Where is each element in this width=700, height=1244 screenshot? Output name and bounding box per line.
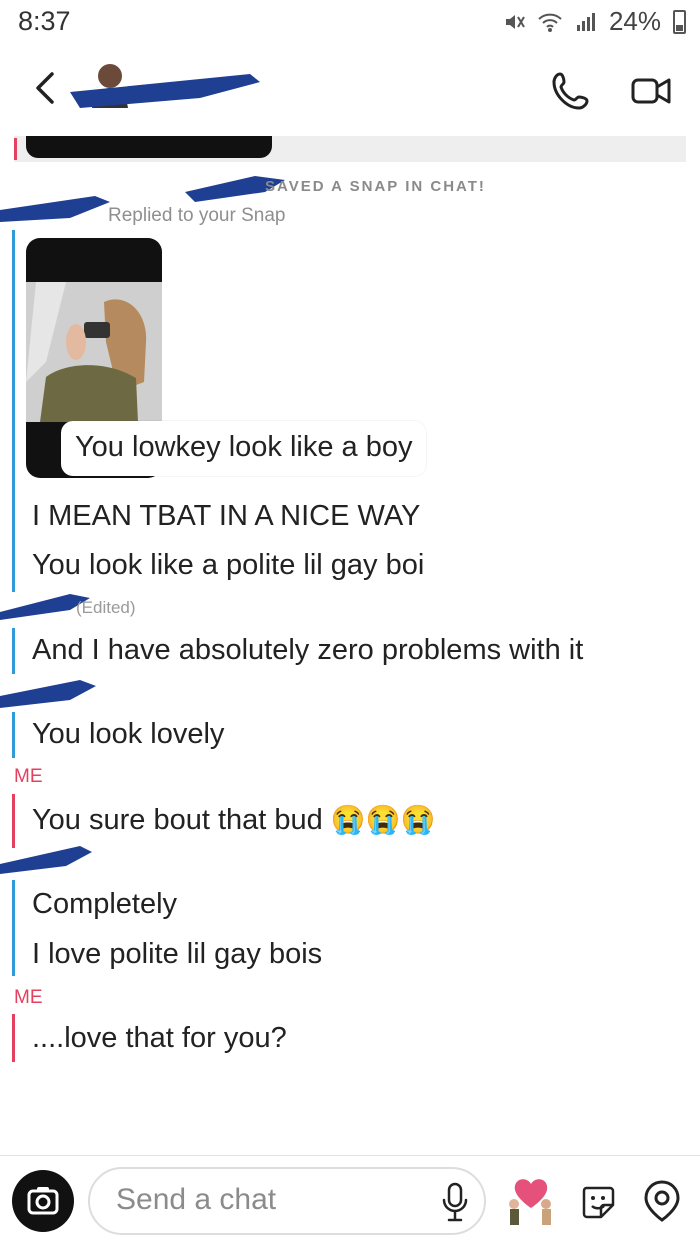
me-indicator-bar xyxy=(14,138,17,160)
snap-caption: You lowkey look like a boy xyxy=(61,421,427,476)
battery-icon xyxy=(673,9,686,34)
camera-icon xyxy=(27,1187,59,1215)
friend-indicator-bar xyxy=(12,712,15,758)
message-text: You look like a polite lil gay boi xyxy=(32,549,425,581)
signal-icon xyxy=(576,12,595,31)
me-indicator-bar xyxy=(12,794,15,848)
message-text: Completely xyxy=(32,888,178,920)
redacted-name xyxy=(70,74,260,108)
camera-button[interactable] xyxy=(12,1170,74,1232)
message-text: I love polite lil gay bois xyxy=(32,938,323,970)
redacted-name xyxy=(0,846,92,874)
message-text-content: You sure bout that bud xyxy=(32,804,323,836)
message-text: You sure bout that bud 😭😭😭 xyxy=(32,803,435,837)
location-pin-icon[interactable] xyxy=(640,1178,684,1224)
sender-label-me: ME xyxy=(14,766,43,787)
video-camera-icon[interactable] xyxy=(630,74,672,108)
crying-emoji: 😭😭😭 xyxy=(330,804,436,835)
edited-label: (Edited) xyxy=(76,598,136,617)
replied-note: Replied to your Snap xyxy=(108,205,286,226)
status-icons: 24% xyxy=(503,6,686,37)
me-indicator-bar xyxy=(12,1014,15,1062)
microphone-icon[interactable] xyxy=(440,1180,470,1224)
redacted-name xyxy=(0,196,110,222)
battery-percent: 24% xyxy=(608,6,661,36)
status-time: 8:37 xyxy=(18,6,71,36)
sender-label-me: ME xyxy=(14,987,43,1008)
message-text: I MEAN TBAT IN A NICE WAY xyxy=(32,500,421,532)
friend-indicator-bar xyxy=(12,880,15,976)
chat-input[interactable] xyxy=(114,1182,418,1218)
message-text: You look lovely xyxy=(32,718,225,750)
mute-icon xyxy=(505,14,525,29)
previous-media[interactable] xyxy=(26,136,272,158)
chevron-left-icon[interactable] xyxy=(26,68,66,108)
composer-divider xyxy=(0,1155,700,1156)
chat-input-wrapper[interactable] xyxy=(88,1167,486,1235)
friend-indicator-bar xyxy=(12,628,15,674)
message-text: And I have absolutely zero problems with… xyxy=(32,634,584,666)
sticker-icon[interactable] xyxy=(578,1182,618,1222)
snap-photo xyxy=(26,282,162,422)
phone-icon[interactable] xyxy=(550,70,592,112)
redacted-name xyxy=(0,680,96,708)
message-text: ....love that for you? xyxy=(32,1022,287,1054)
saved-snap-note: SAVED A SNAP IN CHAT! xyxy=(265,178,486,195)
friend-indicator-bar xyxy=(12,230,15,592)
bitmoji-icon[interactable] xyxy=(500,1174,562,1232)
wifi-icon xyxy=(538,13,562,32)
